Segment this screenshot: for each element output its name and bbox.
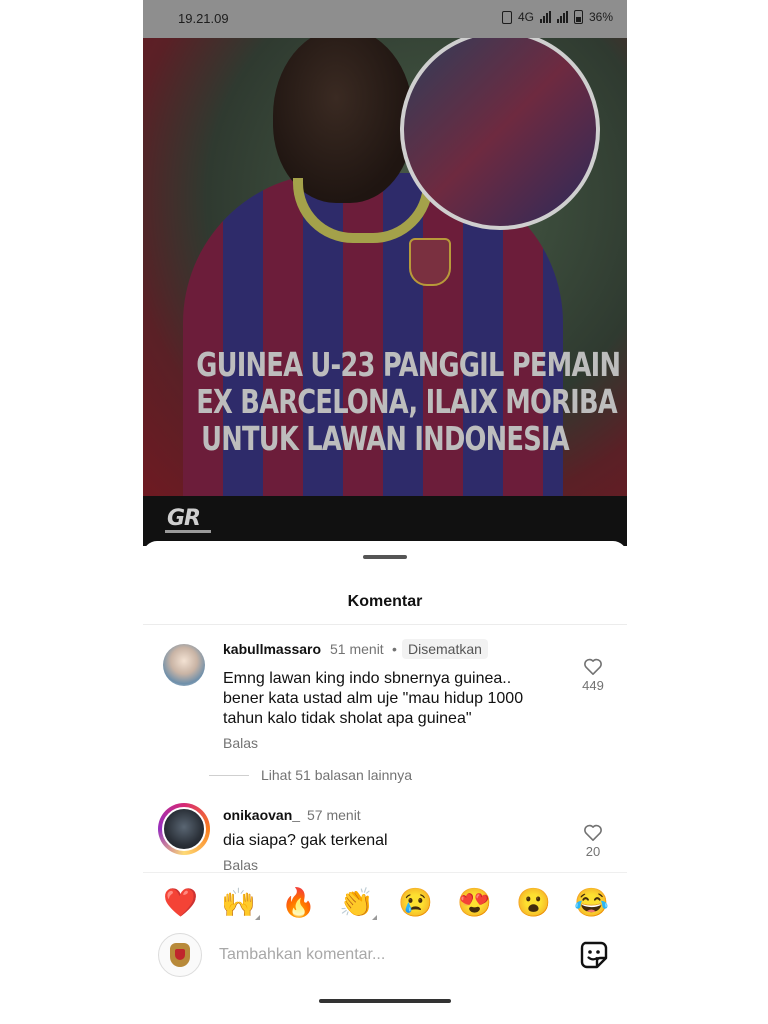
headline-line: UNTUK LAWAN INDONESIA — [201, 419, 570, 458]
like-button[interactable]: 20 — [573, 823, 613, 859]
more-variants-icon — [372, 915, 377, 920]
comment-composer — [143, 931, 627, 979]
comment-time: 57 menit — [307, 807, 361, 823]
separator-dot: • — [392, 641, 397, 657]
shield-icon — [175, 949, 185, 960]
heart-icon — [584, 824, 602, 841]
avatar[interactable] — [163, 644, 205, 686]
inset-photo — [400, 38, 600, 230]
status-icons: 4G 36% — [501, 10, 613, 24]
publisher-logo: GR — [167, 506, 201, 531]
status-time: 19.21.09 — [178, 11, 229, 26]
comment-line: Emng lawan king indo sbnernya guinea.. — [223, 670, 512, 687]
heart-emoji-button[interactable]: ❤️ — [163, 887, 198, 919]
comment-line: bener kata ustad alm uje "mau hidup 1000 — [223, 690, 524, 707]
phone-screen: 19.21.09 4G 36% GUINEA U-23 PANGGIL PEMA… — [143, 0, 627, 1024]
comment-line: tahun kalo tidak sholat apa guinea" — [223, 710, 472, 727]
like-button[interactable]: 449 — [573, 657, 613, 693]
headline-line: EX BARCELONA, ILAIX MORIBA — [196, 382, 617, 421]
post-image[interactable]: GUINEA U-23 PANGGIL PEMAIN EX BARCELONA,… — [143, 38, 627, 496]
image-footer: GR — [143, 496, 627, 546]
club-crest — [409, 238, 451, 286]
comment-time: 51 menit — [330, 641, 384, 657]
view-more-replies[interactable]: Lihat 51 balasan lainnya — [209, 767, 412, 783]
raising-hands-emoji-button[interactable]: 🙌 — [221, 887, 256, 919]
comment-text: Emng lawan king indo sbnernya guinea.. b… — [223, 669, 523, 729]
logo-underline — [165, 530, 211, 533]
view-more-replies-label: Lihat 51 balasan lainnya — [261, 767, 413, 783]
signal-icon-2 — [556, 11, 568, 23]
home-indicator[interactable] — [319, 999, 451, 1003]
reply-button[interactable]: Balas — [223, 735, 258, 751]
signal-icon — [539, 11, 551, 23]
comment-input[interactable] — [219, 943, 549, 967]
surprised-emoji-button[interactable]: 😮 — [516, 887, 551, 919]
emoji-reaction-bar: ❤️ 🙌 🔥 👏 😢 😍 😮 😂 — [143, 872, 627, 933]
network-type: 4G — [517, 10, 534, 24]
comments-sheet: Komentar kabullmassaro 51 menit • Disema… — [143, 541, 627, 1024]
comment-text: dia siapa? gak terkenal — [223, 832, 388, 849]
pinned-badge: Disematkan — [402, 639, 488, 659]
sheet-title: Komentar — [347, 593, 423, 610]
clapping-emoji-button[interactable]: 👏 — [339, 887, 374, 919]
battery-icon — [573, 10, 583, 24]
like-count: 20 — [585, 844, 601, 859]
comment-username[interactable]: onikaovan_ — [223, 807, 300, 823]
drag-handle[interactable] — [363, 555, 407, 559]
divider — [143, 624, 627, 625]
fire-emoji-button[interactable]: 🔥 — [281, 887, 316, 919]
laughing-emoji-button[interactable]: 😂 — [574, 887, 609, 919]
heart-icon — [584, 658, 602, 675]
battery-level: 36% — [588, 10, 613, 24]
crying-emoji-button[interactable]: 😢 — [398, 887, 433, 919]
my-avatar — [158, 933, 202, 977]
heart-eyes-emoji-button[interactable]: 😍 — [457, 887, 492, 919]
vibrate-icon — [501, 10, 512, 24]
status-bar: 19.21.09 4G 36% — [143, 0, 627, 38]
avatar[interactable] — [162, 807, 206, 851]
sticker-icon[interactable] — [579, 940, 609, 970]
like-count: 449 — [582, 678, 604, 693]
replies-line — [209, 774, 249, 776]
post-headline: GUINEA U-23 PANGGIL PEMAIN EX BARCELONA,… — [196, 345, 621, 458]
headline-line: GUINEA U-23 PANGGIL PEMAIN — [196, 345, 621, 384]
reply-button[interactable]: Balas — [223, 857, 258, 873]
comment-username[interactable]: kabullmassaro — [223, 641, 321, 657]
more-variants-icon — [255, 915, 260, 920]
